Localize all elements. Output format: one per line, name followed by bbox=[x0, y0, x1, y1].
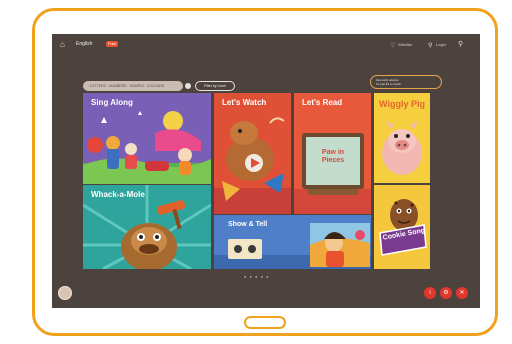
tile-wiggly-pig[interactable]: Wiggly Pig bbox=[374, 93, 430, 183]
tile-lets-watch[interactable]: Let's Watch bbox=[214, 93, 291, 214]
tile-title-lets-watch: Let's Watch bbox=[222, 98, 267, 107]
tile-sing-along[interactable]: Sing Along bbox=[83, 93, 211, 184]
tile-show-and-tell[interactable]: Show & Tell bbox=[214, 215, 371, 269]
tile-lets-read[interactable]: Let's Read Paw in Pieces bbox=[294, 93, 371, 214]
filter-by-level-button[interactable]: Filter by Level bbox=[195, 81, 235, 91]
tile-whack-a-mole[interactable]: Whack-a-Mole bbox=[83, 185, 211, 269]
tile-title-sing-along: Sing Along bbox=[91, 98, 133, 107]
search-icon[interactable]: ⚲ bbox=[458, 40, 463, 50]
tile-cookie-song[interactable]: Cookie Song bbox=[374, 185, 430, 269]
tile-title-whack-a-mole: Whack-a-Mole bbox=[91, 190, 145, 199]
home-button[interactable] bbox=[244, 316, 286, 329]
book-title: Paw in Pieces bbox=[321, 149, 345, 164]
category-filter[interactable]: · LETTERS · NUMBERS · SHAPES · COLOURS bbox=[83, 81, 183, 91]
exit-button[interactable]: ✕ bbox=[456, 287, 468, 299]
page-indicator[interactable]: ● ● ● ● ● bbox=[244, 274, 270, 279]
nav-wishlist[interactable]: Wishlist bbox=[398, 42, 412, 47]
user-icon: ⚲ bbox=[428, 43, 433, 49]
close-icon: ✕ bbox=[459, 290, 465, 296]
promo-line-2: for just $1 a month bbox=[376, 82, 401, 86]
avatar[interactable] bbox=[58, 286, 72, 300]
settings-button[interactable]: ⚙ bbox=[440, 287, 452, 299]
top-bar: ⌂ English Free ♡ Wishlist ⚲ Login ⚲ bbox=[52, 34, 480, 56]
home-icon[interactable]: ⌂ bbox=[60, 40, 65, 50]
filter-toggle[interactable] bbox=[185, 83, 191, 89]
heart-icon: ♡ bbox=[390, 43, 396, 49]
app-screen: ⌂ English Free ♡ Wishlist ⚲ Login ⚲ · LE… bbox=[52, 34, 480, 308]
promo-banner[interactable]: Get early access for just $1 a month bbox=[370, 75, 442, 89]
gear-icon: ⚙ bbox=[443, 290, 449, 296]
info-button[interactable]: i bbox=[424, 287, 436, 299]
info-icon: i bbox=[429, 290, 431, 296]
tile-title-wiggly-pig: Wiggly Pig bbox=[379, 99, 425, 109]
nav-login[interactable]: Login bbox=[436, 42, 446, 47]
tile-title-show-and-tell: Show & Tell bbox=[228, 221, 268, 228]
tile-title-lets-read: Let's Read bbox=[302, 98, 343, 107]
language-label[interactable]: English bbox=[76, 41, 92, 47]
play-icon[interactable] bbox=[245, 154, 263, 172]
language-badge: Free bbox=[106, 41, 119, 47]
